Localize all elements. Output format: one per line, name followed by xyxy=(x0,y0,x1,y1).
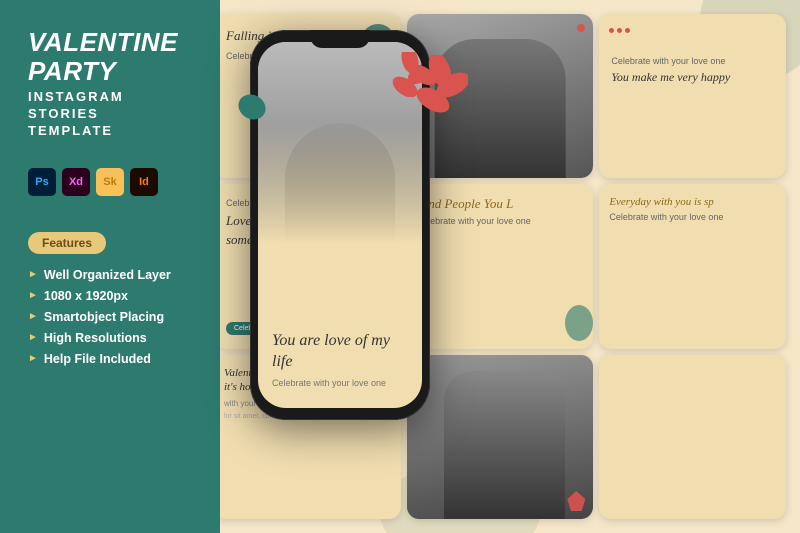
sketch-icon: Sk xyxy=(96,168,124,196)
card6-sub: Celebrate with your love one xyxy=(609,212,776,222)
bullet-icon: ► xyxy=(28,311,38,322)
feature-item: ► 1080 x 1920px xyxy=(28,289,200,303)
phone-notch xyxy=(310,30,370,48)
card3-sub: Celebrate with your love one xyxy=(611,56,774,66)
bullet-icon: ► xyxy=(28,353,38,364)
bullet-icon: ► xyxy=(28,332,38,343)
card6-italic: Everyday with you is sp xyxy=(609,196,776,208)
main-area: Falling in love all over again Celebrate… xyxy=(200,0,800,533)
photo-gradient-overlay xyxy=(258,123,422,244)
feature-item: ► Help File Included xyxy=(28,352,200,366)
template-card-6: Everyday with you is sp Celebrate with y… xyxy=(599,184,786,348)
left-panel: VALENTINE PARTY INSTAGRAM STORIES TEMPLA… xyxy=(0,0,220,533)
photoshop-icon: Ps xyxy=(28,168,56,196)
main-title: VALENTINE PARTY xyxy=(28,28,200,85)
template-card-9 xyxy=(599,355,786,519)
phone-photo-area xyxy=(258,42,422,243)
teal-blob-decoration xyxy=(235,90,270,125)
phone-italic-text: You are love of my life xyxy=(272,331,408,373)
phone-screen: You are love of my life Celebrate with y… xyxy=(258,42,422,408)
xd-icon: Xd xyxy=(62,168,90,196)
app-icons-row: Ps Xd Sk Id xyxy=(28,168,200,196)
feature-item: ► High Resolutions xyxy=(28,331,200,345)
teal-circle-decoration xyxy=(565,305,593,341)
phone-sub-text: Celebrate with your love one xyxy=(272,378,408,388)
template-card-3: Celebrate with your love one You make me… xyxy=(599,14,786,178)
bullet-icon: ► xyxy=(28,290,38,301)
feature-item: ► Well Organized Layer xyxy=(28,268,200,282)
sub-title: INSTAGRAM STORIES TEMPLATE xyxy=(28,89,200,140)
features-badge: Features xyxy=(28,232,106,254)
features-list: ► Well Organized Layer ► 1080 x 1920px ►… xyxy=(28,268,200,366)
red-leaf-icon xyxy=(567,491,585,511)
phone-frame: You are love of my life Celebrate with y… xyxy=(250,30,430,420)
flower-decoration-right xyxy=(413,55,468,120)
phone-mockup: You are love of my life Celebrate with y… xyxy=(250,30,450,430)
dot-row xyxy=(609,28,630,33)
feature-item: ► Smartobject Placing xyxy=(28,310,200,324)
indesign-icon: Id xyxy=(130,168,158,196)
card3-italic: You make me very happy xyxy=(611,70,774,86)
phone-text-area: You are love of my life Celebrate with y… xyxy=(272,331,408,388)
bullet-icon: ► xyxy=(28,269,38,280)
